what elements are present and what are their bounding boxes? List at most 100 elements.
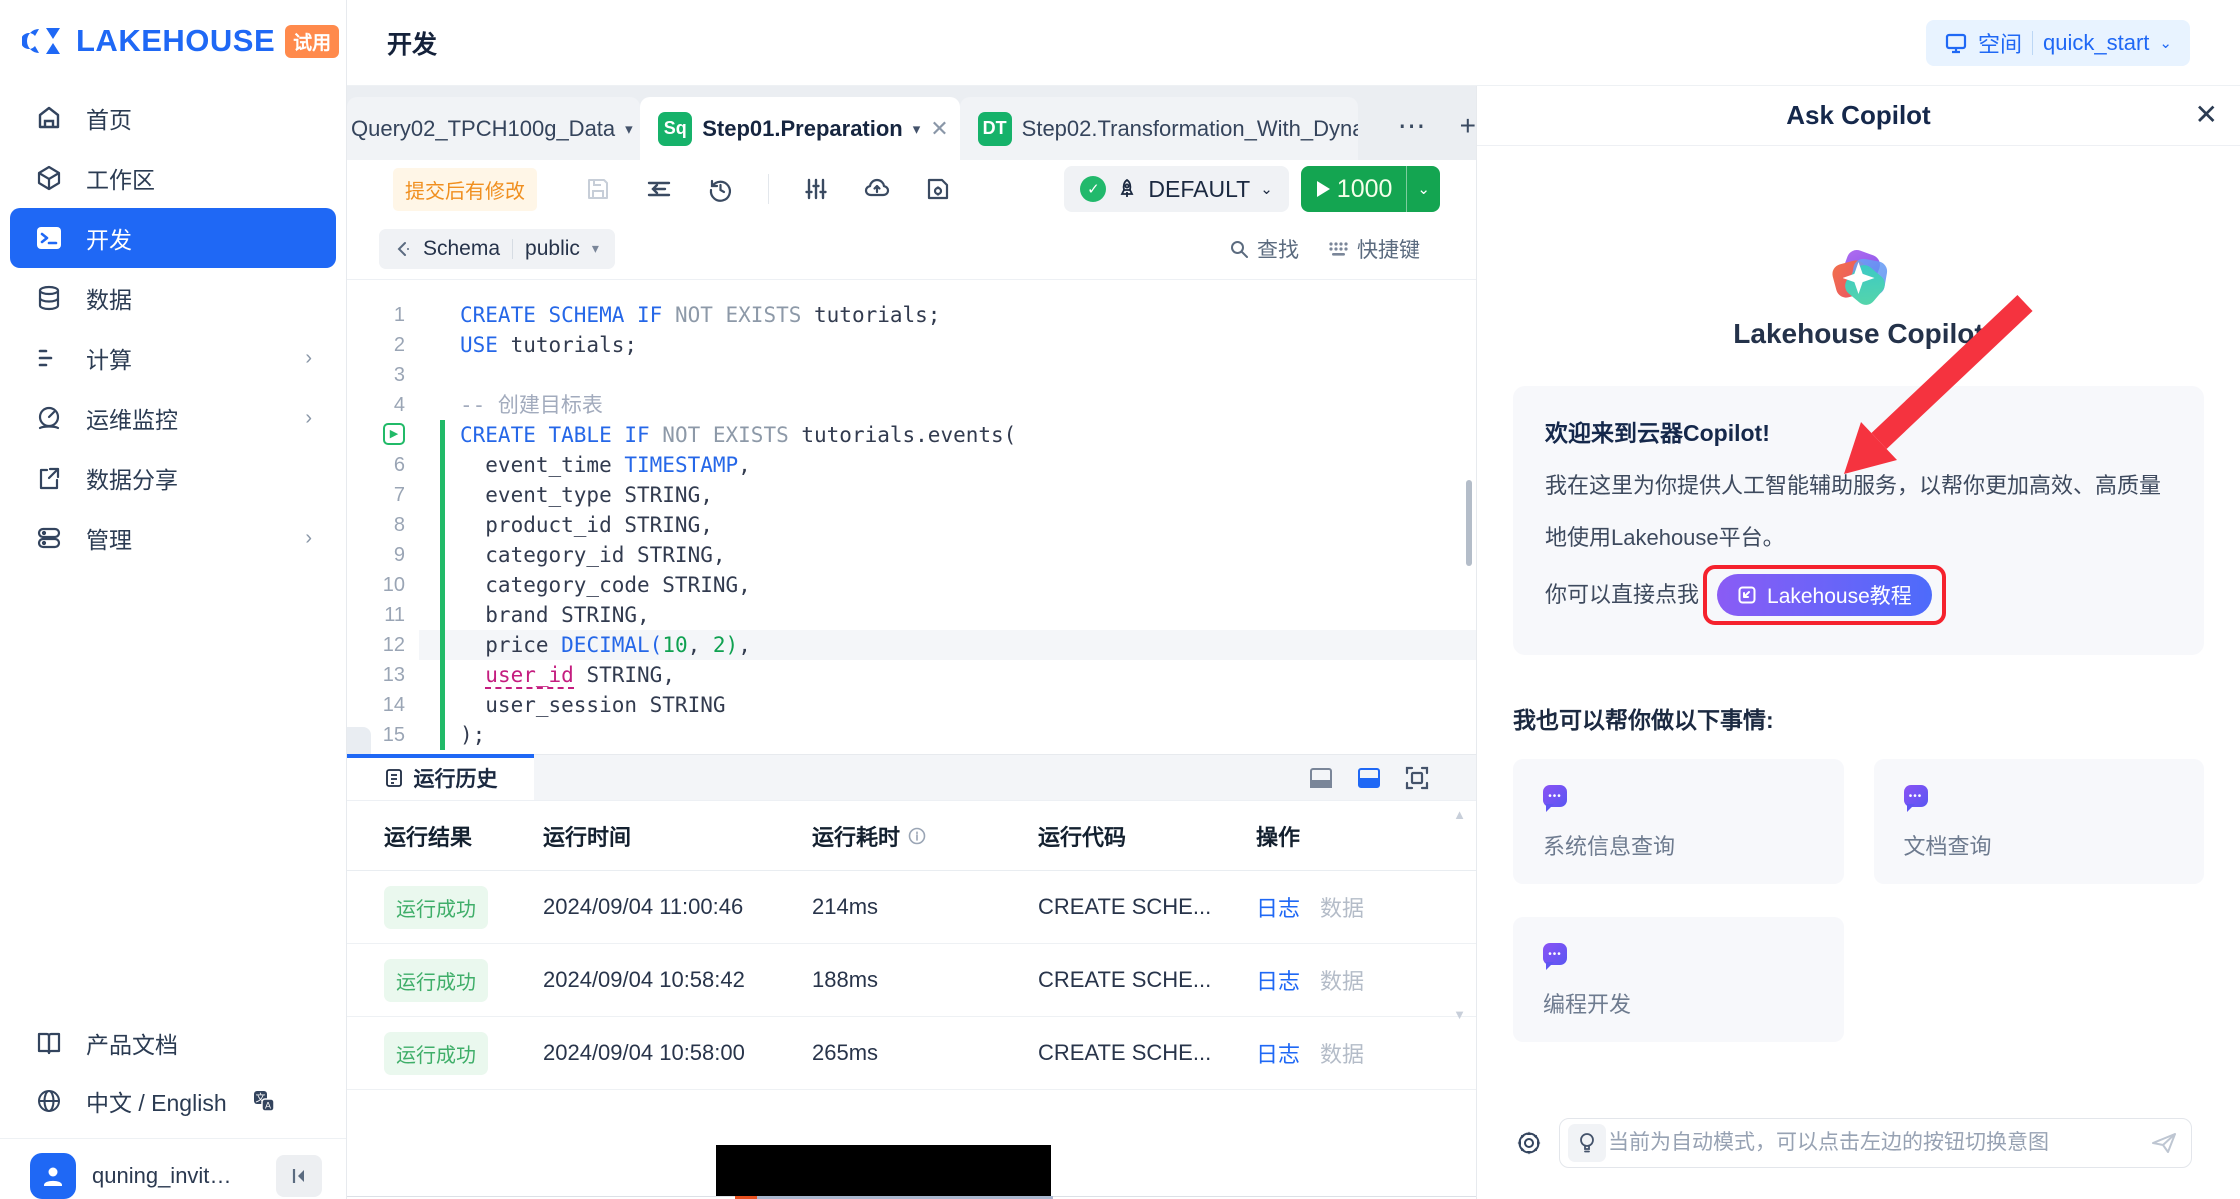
monitor-gauge-icon [34,403,64,433]
run-history-row[interactable]: 运行成功 2024/09/04 11:00:46 214ms CREATE SC… [347,871,1476,944]
translate-icon: 文A [249,1086,279,1116]
col-result: 运行结果 [347,820,543,852]
code-line[interactable]: 3 [347,360,1476,390]
log-link[interactable]: 日志 [1256,964,1300,996]
code-line[interactable]: ▶CREATE TABLE IF NOT EXISTS tutorials.ev… [347,420,1476,450]
cloud-upload-icon[interactable] [863,175,891,203]
run-statement-button[interactable]: ▶ [383,423,405,445]
sidebar-item-label: 数据 [86,281,132,315]
card-doc-query[interactable]: ••• 文档查询 [1874,759,2205,884]
file-tab-query02[interactable]: Query02_TPCH100g_Data ▾ ✕ [347,97,640,160]
run-history-row[interactable]: 运行成功 2024/09/04 10:58:42 188ms CREATE SC… [347,944,1476,1017]
history-icon[interactable] [707,176,734,203]
sidebar-collapse-button[interactable] [276,1155,322,1197]
line-number: 6 [347,450,419,480]
new-tab-button[interactable]: + [1460,110,1476,142]
code-line[interactable]: 1CREATE SCHEMA IF NOT EXISTS tutorials; [347,300,1476,330]
run-duration: 188ms [812,967,1038,993]
run-time: 2024/09/04 10:58:00 [543,1040,812,1066]
scroll-down-arrow[interactable]: ▼ [1453,1007,1466,1022]
code-line[interactable]: 15); [347,720,1476,750]
code-line[interactable]: 8 product_id STRING, [347,510,1476,540]
data-link: 数据 [1320,1037,1364,1069]
close-icon[interactable]: ✕ [2195,98,2218,131]
chat-bubble-icon: ••• [1543,785,1567,807]
card-label: 编程开发 [1543,987,1814,1019]
col-ops: 操作 [1256,820,1300,852]
code-line[interactable]: 12 price DECIMAL(10, 2), [347,630,1476,660]
run-history-row[interactable]: 运行成功 2024/09/04 10:58:00 265ms CREATE SC… [347,1017,1476,1090]
brand-logo[interactable]: LAKEHOUSE 试用 [0,0,346,60]
welcome-card: 欢迎来到云器Copilot! 我在这里为你提供人工智能辅助服务，以帮你更加高效、… [1513,386,2204,655]
chevron-right-icon: › [305,527,312,550]
workspace-label: 空间 [1978,27,2022,59]
sidebar-item-label: 首页 [86,101,132,135]
run-code: CREATE SCHE... [1038,894,1256,920]
copilot-input-box[interactable] [1559,1118,2192,1168]
lakehouse-tutorial-button[interactable]: Lakehouse教程 [1717,574,1932,616]
log-link[interactable]: 日志 [1256,891,1300,923]
code-line[interactable]: 14 user_session STRING [347,690,1476,720]
schema-selector[interactable]: Schema public ▾ [379,229,615,269]
sidebar-item-manage[interactable]: 管理 › [10,508,336,568]
code-line[interactable]: 7 event_type STRING, [347,480,1476,510]
brand-name: LAKEHOUSE [76,23,275,59]
copilot-text-input[interactable] [1606,1130,2151,1156]
sidebar-item-ops-monitor[interactable]: 运维监控 › [10,388,336,448]
sidebar-item-workspace[interactable]: 工作区 [10,148,336,208]
cluster-selector[interactable]: ✓ DEFAULT ⌄ [1064,166,1288,212]
send-icon[interactable] [2151,1131,2177,1155]
code-line[interactable]: 11 brand STRING, [347,600,1476,630]
close-icon[interactable]: ✕ [930,116,948,142]
panel-collapsed-layout-icon[interactable] [1308,765,1334,791]
code-line[interactable]: 2USE tutorials; [347,330,1476,360]
card-programming[interactable]: ••• 编程开发 [1513,917,1844,1042]
panel-fullscreen-icon[interactable] [1404,765,1430,791]
code-line[interactable]: 13 user_id STRING, [347,660,1476,690]
hotkeys-button[interactable]: 快捷键 [1327,234,1420,264]
line-number: 9 [347,540,419,570]
code-text: product_id STRING, [419,510,1476,540]
gear-icon[interactable] [1515,1129,1543,1157]
workspace-selector[interactable]: 空间 quick_start ⌄ [1926,20,2190,66]
sql-editor[interactable]: 1CREATE SCHEMA IF NOT EXISTS tutorials;2… [347,280,1476,754]
submit-icon[interactable] [645,175,673,203]
copilot-panel: Ask Copilot ✕ Lakehouse Copilot 欢迎来到云器Co… [1476,86,2240,1199]
find-button[interactable]: 查找 [1229,234,1299,264]
chevron-down-icon[interactable]: ⌄ [1407,180,1440,198]
user-account-row[interactable]: quning_invitati... [0,1139,346,1199]
active-tab-indicator [347,754,534,758]
info-icon [908,827,926,845]
settings-sliders-icon[interactable] [803,176,829,202]
run-time: 2024/09/04 10:58:42 [543,967,812,993]
code-text: category_code STRING, [419,570,1476,600]
intent-mode-button[interactable] [1568,1124,1606,1162]
code-line[interactable]: 6 event_time TIMESTAMP, [347,450,1476,480]
chevron-down-icon[interactable]: ▾ [625,120,633,138]
tab-overflow-button[interactable]: ⋯ [1398,109,1426,142]
file-tab-step02[interactable]: DT Step02.Transformation_With_Dynamic [960,97,1358,160]
code-line[interactable]: 9 category_id STRING, [347,540,1476,570]
tab-run-history[interactable]: 运行历史 [347,755,534,800]
code-line[interactable]: 4-- 创建目标表 [347,390,1476,420]
log-link[interactable]: 日志 [1256,1037,1300,1069]
run-button[interactable]: 1000 ⌄ [1301,166,1440,212]
line-number: 11 [347,600,419,630]
editor-vertical-scrollbar[interactable] [1466,480,1472,566]
redacted-block [716,1145,1051,1196]
sidebar-item-home[interactable]: 首页 [10,88,336,148]
language-switch[interactable]: 中文 / English 文A [0,1072,346,1130]
file-settings-icon[interactable] [925,176,951,202]
save-icon[interactable] [585,176,611,202]
card-system-info[interactable]: ••• 系统信息查询 [1513,759,1844,884]
sidebar-item-develop[interactable]: 开发 [10,208,336,268]
chevron-down-icon[interactable]: ▾ [913,120,921,138]
file-tab-step01[interactable]: Sq Step01.Preparation ▾ ✕ [640,97,959,160]
code-line[interactable]: 10 category_code STRING, [347,570,1476,600]
sidebar-item-data[interactable]: 数据 [10,268,336,328]
sidebar-item-compute[interactable]: 计算 › [10,328,336,388]
sidebar-item-data-share[interactable]: 数据分享 [10,448,336,508]
scroll-up-arrow[interactable]: ▲ [1453,807,1466,822]
product-docs-link[interactable]: 产品文档 [0,1014,346,1072]
panel-split-layout-icon[interactable] [1356,765,1382,791]
